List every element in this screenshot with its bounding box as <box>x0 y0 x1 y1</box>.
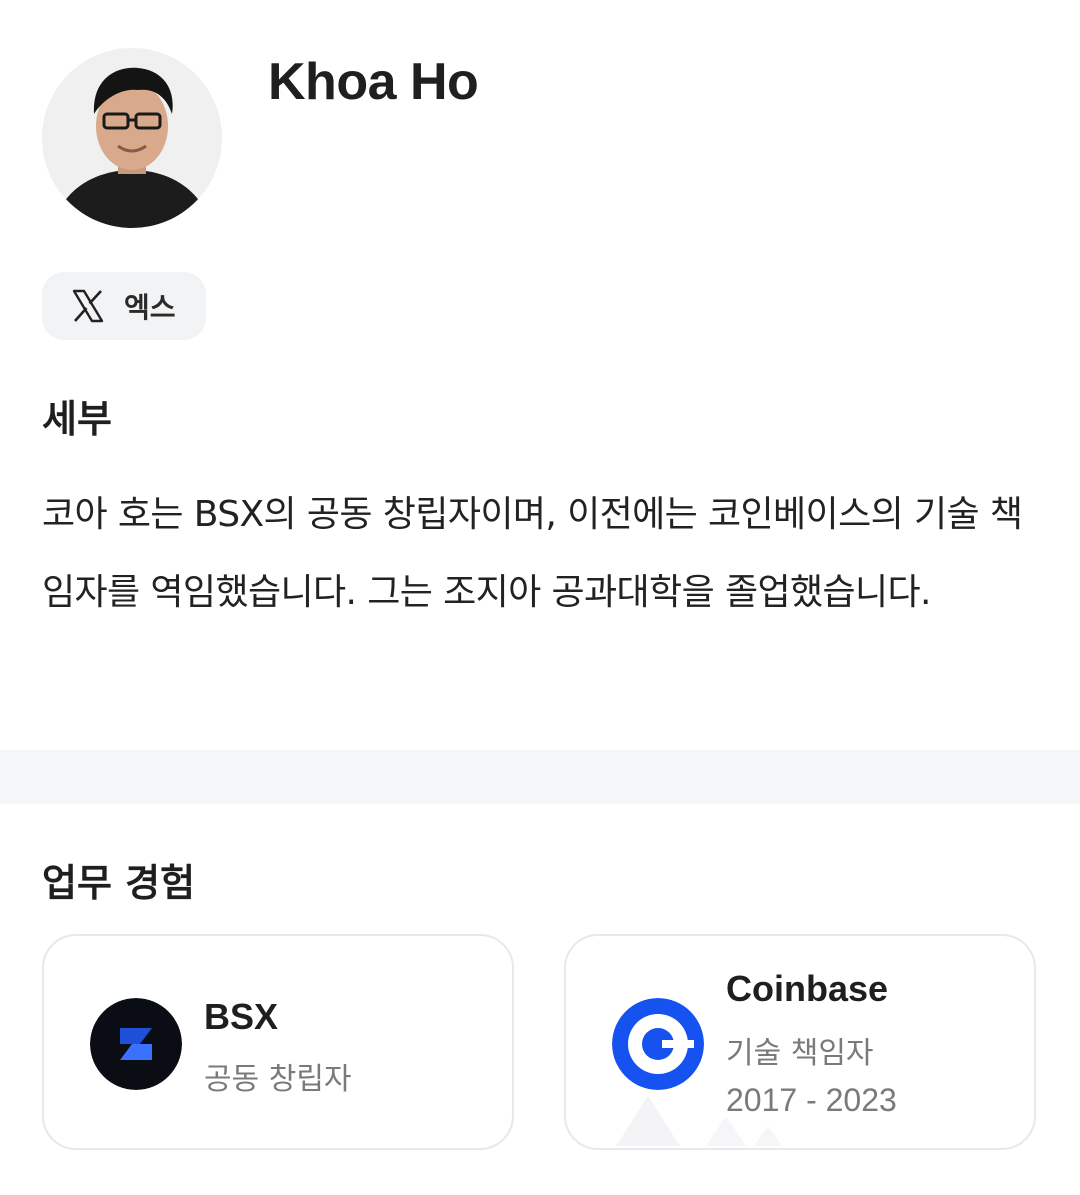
job-role: 기술 책임자 <box>726 1036 874 1071</box>
job-card-bsx[interactable]: BSX 공동 창립자 <box>42 934 514 1150</box>
x-social-label: 엑스 <box>124 291 176 324</box>
details-description: 코아 호는 BSX의 공동 창립자이며, 이전에는 코인베이스의 기술 책임자를… <box>42 494 1023 613</box>
coinbase-logo-icon <box>612 998 704 1090</box>
profile-name: Khoa Ho <box>268 53 479 111</box>
profile-avatar <box>42 48 222 228</box>
company-name: BSX <box>204 996 279 1037</box>
job-card-coinbase[interactable]: Coinbase 기술 책임자 2017 - 2023 <box>564 934 1036 1150</box>
x-logo-icon <box>72 289 104 323</box>
job-role: 공동 창립자 <box>204 1062 352 1097</box>
bsx-logo-icon <box>90 998 182 1090</box>
company-name: Coinbase <box>726 968 889 1009</box>
job-years: 2017 - 2023 <box>726 1082 897 1118</box>
section-divider <box>0 750 1080 804</box>
profile-page: Khoa Ho 엑스 세부 코아 호는 BSX의 공동 창립자이며, 이전에는 … <box>0 0 1080 1195</box>
x-social-link[interactable]: 엑스 <box>42 272 206 340</box>
details-heading: 세부 <box>42 397 112 441</box>
work-experience-heading: 업무 경험 <box>42 861 196 905</box>
